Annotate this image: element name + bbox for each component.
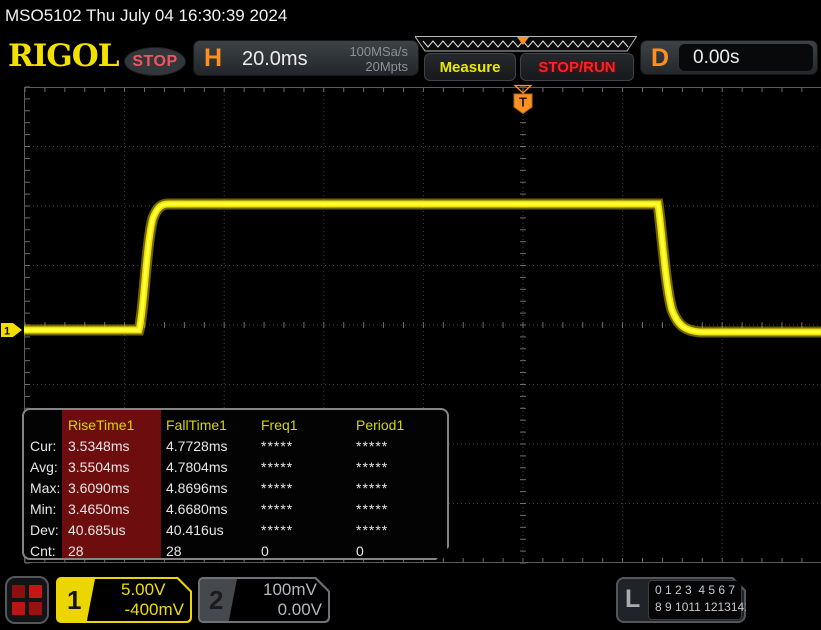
measurement-value: ***** [261,499,356,520]
measurement-value: 28 [166,541,261,562]
row-label: Max: [30,478,68,499]
timebase-value: 20.0ms [242,48,308,71]
memory-depth: 20Mpts [365,59,408,74]
measurement-value: ***** [261,520,356,541]
logic-digits-row2: 8 9 1011 12131415 [655,600,758,614]
ch1-marker-label: 1 [4,326,10,338]
measurement-value: ***** [356,436,446,457]
delay-value-box: 0.00s [679,44,813,71]
sample-rate: 100MSa/s [349,44,408,59]
logic-channel-digits: 0 1 2 3 4 5 6 78 9 1011 12131415 [648,580,742,620]
measure-button[interactable]: Measure [424,53,516,81]
channel2-scale: 100mV [263,580,317,600]
channel1-offset: -400mV [98,600,184,621]
measurement-column-header[interactable]: FallTime1 [166,415,261,436]
logic-analyzer-label: L [625,585,640,614]
model-and-datetime: MSO5102 Thu July 04 16:30:39 2024 [5,6,287,26]
channel2-values: 100mV 0.00V [240,579,322,621]
measurement-results-panel: RiseTime1 FallTime1 Freq1 Period1 Cur: 3… [22,408,449,560]
measurement-value: 40.685us [68,520,166,541]
measurement-value: ***** [356,520,446,541]
measurement-value: 0 [261,541,356,562]
measurement-value: ***** [261,436,356,457]
logic-analyzer-panel[interactable]: L 0 1 2 3 4 5 6 78 9 1011 12131415 [616,577,746,623]
channel1-values: 5.00V -400mV [98,579,184,621]
stop-run-button[interactable]: STOP/RUN [520,53,634,81]
run-state-label: STOP [132,53,177,71]
row-label: Min: [30,499,68,520]
delay-value: 0.00s [693,47,739,69]
measurement-value: 28 [68,541,166,562]
measure-button-label: Measure [440,59,501,76]
measurement-value: ***** [356,478,446,499]
measurement-column-header[interactable]: Period1 [356,415,446,436]
channel2-offset: 0.00V [240,600,322,621]
measurement-value: 40.416us [166,520,261,541]
stop-run-button-label: STOP/RUN [538,59,615,76]
measurement-value: ***** [356,457,446,478]
row-label: Cnt: [30,541,68,562]
channel2-status-panel[interactable]: 2 100mV 0.00V [198,577,330,623]
waveform-overview-bar[interactable] [415,36,637,52]
channel1-status-panel[interactable]: 1 5.00V -400mV [56,577,192,623]
windows-grid-button[interactable] [5,576,49,624]
measurement-table: RiseTime1 FallTime1 Freq1 Period1 Cur: 3… [24,410,447,562]
measurement-value: 4.7728ms [166,436,261,457]
header-bar: RIGOL STOP H 20.0ms 100MSa/s 20Mpts Meas… [0,34,821,84]
row-label: Dev: [30,520,68,541]
measurement-value: 4.8696ms [166,478,261,499]
top-status-bar: MSO5102 Thu July 04 16:30:39 2024 [0,0,821,34]
grid-icon [12,585,42,615]
delay-icon: D [651,44,669,73]
measurement-value: 0 [356,541,446,562]
horizontal-icon: H [204,44,222,73]
measurement-value: 3.5348ms [68,436,166,457]
ch1-waveform [24,204,821,332]
ch1-position-marker[interactable]: 1 [1,323,22,338]
row-label: Cur: [30,436,68,457]
bottom-channel-bar: 1 5.00V -400mV 2 100mV 0.00V L [0,570,821,630]
row-label: Avg: [30,457,68,478]
delay-panel[interactable]: D 0.00s [640,40,818,75]
measurement-value: ***** [356,499,446,520]
measurement-column-header[interactable]: RiseTime1 [68,415,166,436]
measurement-value: 3.5504ms [68,457,166,478]
measurement-value: ***** [261,478,356,499]
measurement-column-header[interactable]: Freq1 [261,415,356,436]
trigger-label: T [519,95,527,110]
measurement-value: 3.6090ms [68,478,166,499]
channel1-scale: 5.00V [121,580,165,600]
measurement-value: 4.6680ms [166,499,261,520]
oscilloscope-screen: MSO5102 Thu July 04 16:30:39 2024 RIGOL … [0,0,821,630]
measurement-value: ***** [261,457,356,478]
run-state-badge: STOP [124,47,186,76]
logic-digits-row1: 0 1 2 3 4 5 6 7 [655,583,735,597]
measurement-value: 3.4650ms [68,499,166,520]
horizontal-settings-panel[interactable]: H 20.0ms 100MSa/s 20Mpts [193,40,419,76]
measurement-value: 4.7804ms [166,457,261,478]
rigol-logo: RIGOL [8,38,119,74]
